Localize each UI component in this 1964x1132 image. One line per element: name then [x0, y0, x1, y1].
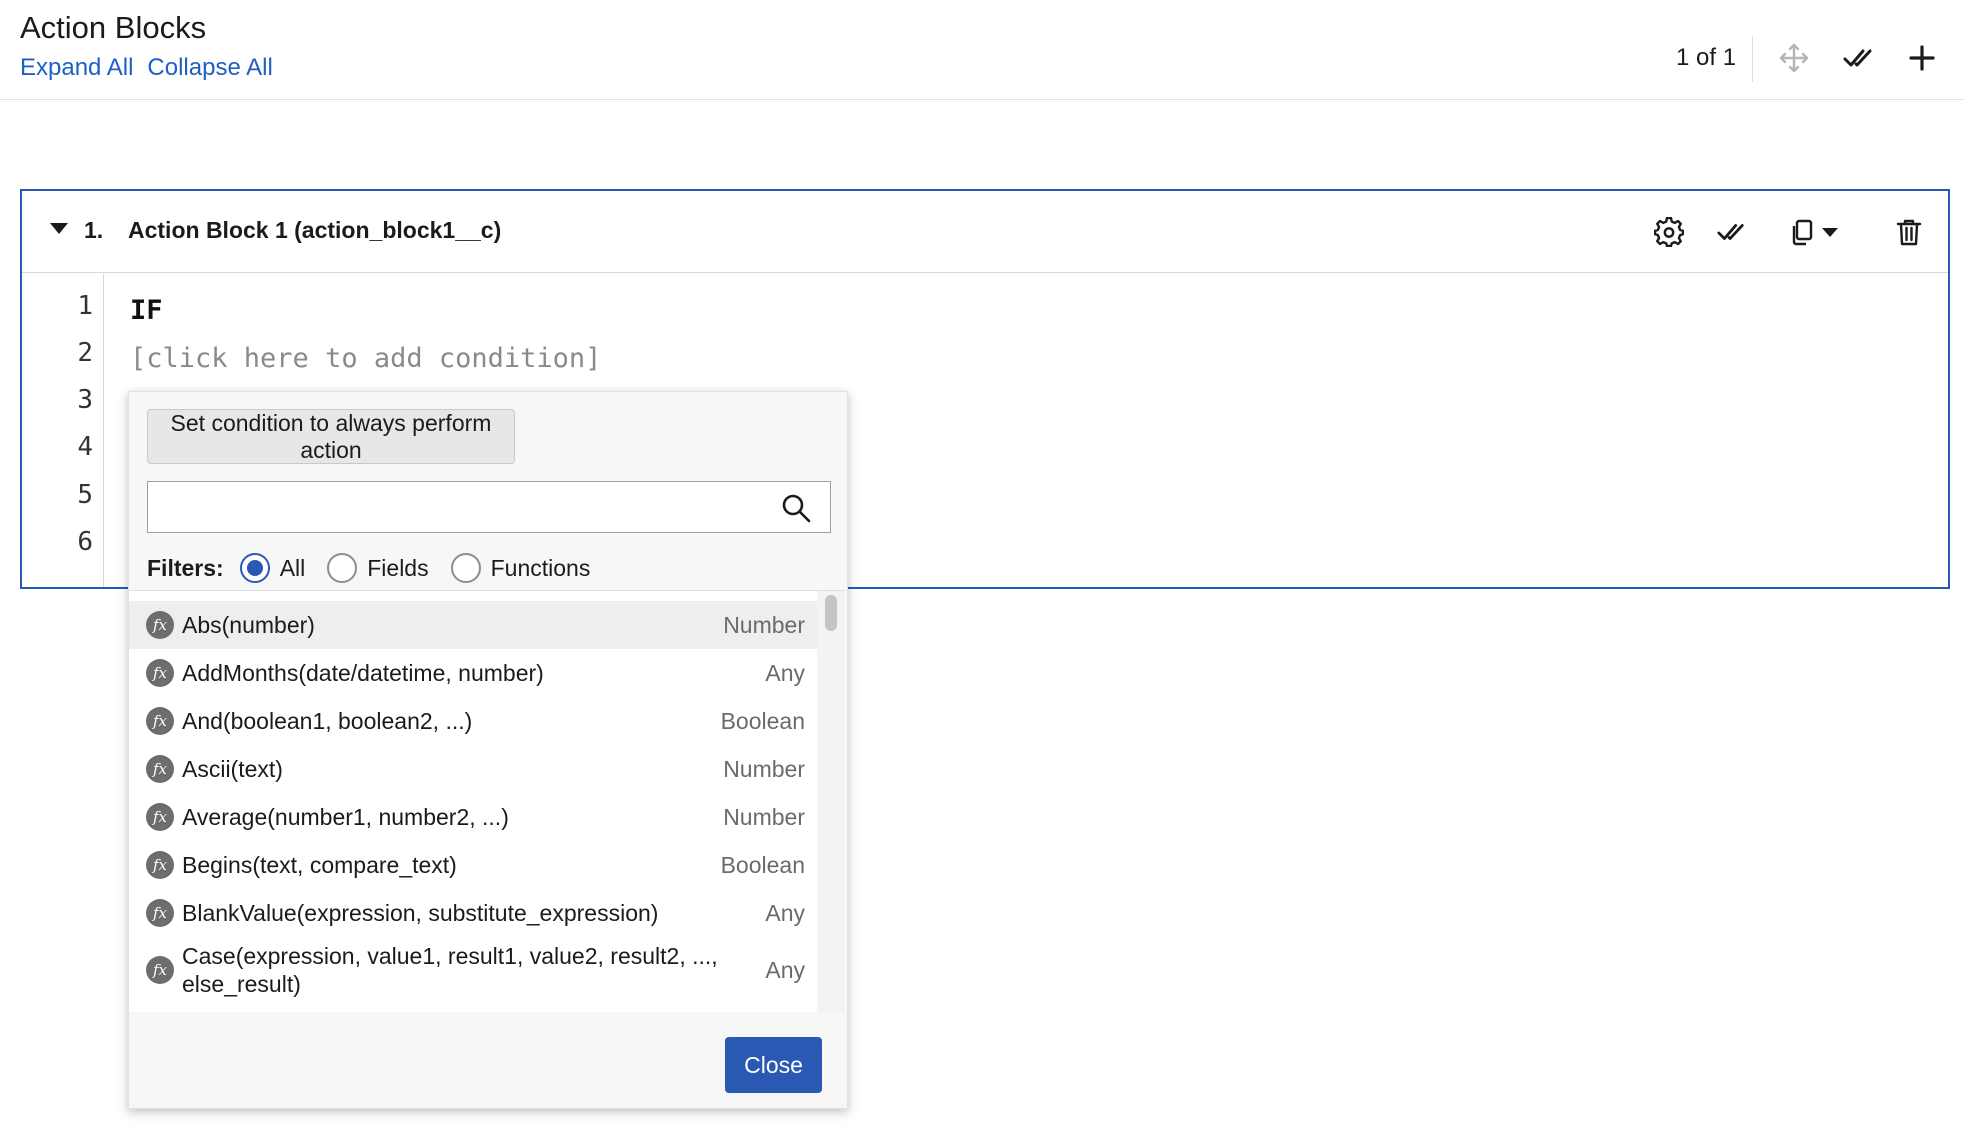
- filter-label-functions: Functions: [490, 554, 591, 581]
- gear-icon[interactable]: [1650, 213, 1688, 251]
- function-icon: fx: [146, 956, 174, 984]
- list-item[interactable]: fx Ascii(text) Number: [129, 745, 817, 793]
- function-name: Abs(number): [182, 612, 315, 638]
- line-number: 6: [77, 527, 93, 557]
- function-name: AddMonths(date/datetime, number): [182, 660, 544, 686]
- header-divider: [1752, 36, 1753, 82]
- validate-check-icon[interactable]: [1712, 213, 1750, 251]
- list-item[interactable]: fx AddMonths(date/datetime, number) Any: [129, 649, 817, 697]
- filter-radio-all[interactable]: All: [239, 553, 306, 583]
- copy-icon[interactable]: [1783, 213, 1821, 251]
- list-item[interactable]: fx And(boolean1, boolean2, ...) Boolean: [129, 697, 817, 745]
- radio-unselected-icon: [327, 553, 358, 583]
- list-item[interactable]: fx Begins(text, compare_text) Boolean: [129, 841, 817, 889]
- function-icon: fx: [146, 803, 174, 831]
- search-icon[interactable]: [780, 492, 812, 524]
- collapse-caret-icon[interactable]: [50, 223, 68, 234]
- code-keyword-if: IF: [130, 295, 163, 326]
- list-scrollbar[interactable]: [817, 591, 845, 1012]
- function-type: Any: [765, 899, 805, 926]
- line-number: 2: [77, 338, 93, 368]
- line-number: 1: [77, 291, 93, 321]
- function-icon: fx: [146, 851, 174, 879]
- double-check-icon[interactable]: [1840, 40, 1876, 76]
- function-icon: fx: [146, 707, 174, 735]
- close-button[interactable]: Close: [725, 1037, 822, 1093]
- function-type: Number: [723, 611, 805, 638]
- filter-radio-functions[interactable]: Functions: [450, 553, 591, 583]
- function-icon: fx: [146, 899, 174, 927]
- line-number-gutter: 1 2 3 4 5 6: [22, 274, 104, 587]
- always-perform-action-button[interactable]: Set condition to always perform action: [147, 409, 515, 464]
- list-item[interactable]: fx BlankValue(expression, substitute_exp…: [129, 889, 817, 937]
- function-name: Average(number1, number2, ...): [182, 804, 509, 830]
- copy-menu-chevron-down-icon[interactable]: [1818, 213, 1842, 251]
- function-name: Ascii(text): [182, 756, 283, 782]
- filter-label-fields: Fields: [367, 554, 429, 581]
- function-icon: fx: [146, 659, 174, 687]
- list-item[interactable]: fx Case(expression, value1, result1, val…: [129, 937, 817, 1003]
- function-name: And(boolean1, boolean2, ...): [182, 708, 473, 734]
- function-type: Boolean: [720, 851, 805, 878]
- search-input[interactable]: [148, 482, 768, 532]
- condition-picker-popup: Set condition to always perform action F…: [128, 391, 848, 1109]
- collapse-all-link[interactable]: Collapse All: [147, 54, 272, 81]
- function-type: Number: [723, 755, 805, 782]
- expand-collapse-links: Expand All Collapse All: [20, 54, 287, 82]
- scrollbar-thumb[interactable]: [825, 595, 837, 631]
- trash-icon[interactable]: [1890, 213, 1928, 251]
- move-icon[interactable]: [1776, 40, 1812, 76]
- block-name: Action Block 1 (action_block1__c): [128, 217, 502, 243]
- list-item[interactable]: fx Abs(number) Number: [129, 601, 817, 649]
- page-title: Action Blocks: [20, 10, 207, 45]
- action-block-header: 1. Action Block 1 (action_block1__c): [22, 191, 1948, 273]
- function-type: Any: [765, 659, 805, 686]
- filter-radio-fields[interactable]: Fields: [327, 553, 429, 583]
- list-item[interactable]: fx Average(number1, number2, ...) Number: [129, 793, 817, 841]
- filter-label-all: All: [279, 554, 306, 581]
- function-type: Any: [765, 956, 805, 983]
- function-type: Boolean: [720, 707, 805, 734]
- function-name: BlankValue(expression, substitute_expres…: [182, 900, 659, 926]
- line-number: 3: [77, 385, 93, 415]
- filter-options: Filters: All Fields Functions: [147, 550, 612, 586]
- function-name: Begins(text, compare_text): [182, 852, 457, 878]
- function-type: Number: [723, 803, 805, 830]
- radio-unselected-icon: [450, 553, 481, 583]
- block-number: 1.: [84, 217, 104, 243]
- function-icon: fx: [146, 611, 174, 639]
- page-header: Action Blocks Expand All Collapse All 1 o…: [0, 0, 1964, 100]
- add-icon[interactable]: [1904, 40, 1940, 76]
- function-icon: fx: [146, 755, 174, 783]
- filters-label: Filters:: [147, 554, 224, 581]
- function-list: fx Abs(number) Number fx AddMonths(date/…: [129, 590, 845, 1012]
- pager-text: 1 of 1: [1676, 44, 1737, 71]
- radio-selected-icon: [239, 553, 270, 583]
- search-box: [147, 481, 831, 533]
- line-number: 5: [77, 480, 93, 510]
- expand-all-link[interactable]: Expand All: [20, 54, 133, 81]
- function-name: Case(expression, value1, result1, value2…: [182, 943, 718, 997]
- line-number: 4: [77, 432, 93, 462]
- add-condition-placeholder[interactable]: [click here to add condition]: [130, 343, 601, 374]
